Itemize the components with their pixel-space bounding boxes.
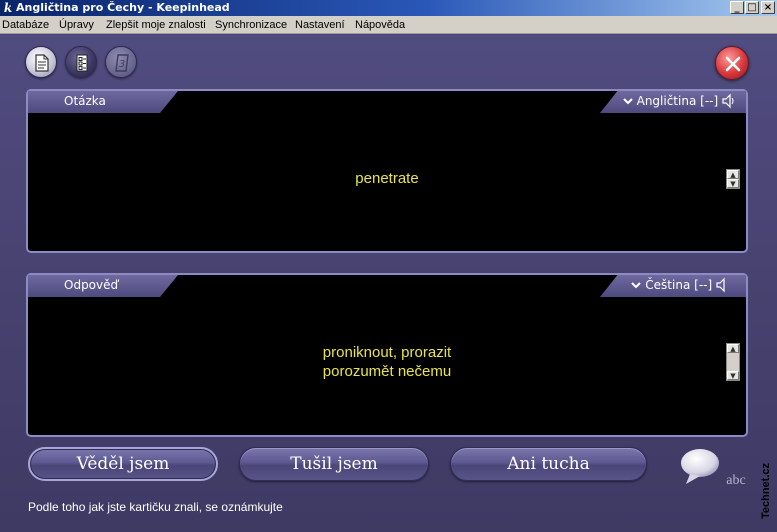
document-button[interactable]	[25, 46, 57, 78]
scroll-up-arrow-icon[interactable]: ▲	[727, 344, 739, 353]
menu-zlepsit[interactable]: Zlepšit moje znalosti	[106, 17, 206, 33]
menu-napoveda[interactable]: Nápověda	[355, 17, 405, 33]
hint-text: Podle toho jak jste kartičku znali, se o…	[28, 500, 283, 514]
answer-panel: Odpověď Čeština [--] proniknout, prorazi…	[26, 273, 748, 437]
chevron-down-icon	[623, 98, 633, 105]
menu-upravy[interactable]: Úpravy	[59, 17, 94, 33]
answer-language-selector[interactable]: Čeština [--]	[631, 275, 730, 295]
app-icon: k	[3, 1, 13, 15]
menu-nastaveni[interactable]: Nastavení	[295, 17, 345, 33]
chevron-down-icon	[631, 282, 642, 289]
scroll-down-arrow-icon[interactable]: ▼	[727, 179, 739, 188]
speaker-icon[interactable]	[716, 275, 730, 295]
guessed-button[interactable]: Tušil jsem	[239, 447, 429, 481]
question-language: Angličtina	[636, 94, 697, 108]
checklist-button[interactable]	[65, 46, 97, 78]
watermark: Technet.cz	[755, 463, 777, 529]
minimize-button[interactable]: _	[730, 1, 744, 14]
scroll-up-arrow-icon[interactable]: ▲	[727, 170, 739, 179]
title-bar: k Angličtina pro Čechy - Keepinhead _ □ …	[0, 0, 777, 16]
question-language-extra: [--]	[700, 94, 719, 108]
pronunciation-bubble-button[interactable]: abc	[680, 446, 750, 492]
question-language-selector[interactable]: Angličtina [--]	[623, 91, 736, 111]
answer-scrollbar[interactable]: ▲ ▼	[726, 343, 740, 381]
answer-line-1: proniknout, prorazit	[322, 344, 452, 361]
answer-tab: Odpověď	[28, 275, 178, 297]
speech-bubble-icon: abc	[681, 449, 746, 488]
window-title: Angličtina pro Čechy - Keepinhead	[16, 1, 230, 14]
svg-text:3: 3	[119, 59, 125, 70]
window-close-button[interactable]: ×	[761, 1, 775, 14]
checklist-icon	[76, 54, 88, 72]
question-text: penetrate	[355, 170, 419, 187]
knew-button[interactable]: Věděl jsem	[28, 447, 218, 481]
question-panel: Otázka Angličtina [--] penetrate ▲ ▼	[26, 89, 748, 253]
card-count-button[interactable]: 3	[105, 46, 137, 78]
answer-line-2: porozumět nečemu	[322, 363, 452, 380]
card-count-icon: 3	[115, 54, 129, 72]
document-icon	[35, 54, 49, 72]
maximize-button[interactable]: □	[745, 1, 759, 14]
close-session-button[interactable]	[715, 46, 749, 80]
watermark-text: Technet.cz	[760, 462, 772, 520]
no-idea-button[interactable]: Ani tucha	[450, 447, 647, 481]
svg-text:abc: abc	[726, 473, 745, 488]
question-tab: Otázka	[28, 91, 178, 113]
main-content: 3 Otázka Angličtina [--] penetrate ▲ ▼ O…	[0, 35, 777, 532]
menu-databaze[interactable]: Databáze	[2, 17, 49, 33]
menu-bar: Databáze Úpravy Zlepšit moje znalosti Sy…	[0, 16, 777, 34]
answer-language-extra: [--]	[694, 278, 713, 292]
speaker-icon[interactable]	[722, 91, 736, 111]
menu-synchronizace[interactable]: Synchronizace	[215, 17, 287, 33]
answer-language: Čeština	[645, 278, 691, 292]
question-scrollbar[interactable]: ▲ ▼	[726, 169, 740, 189]
close-icon	[725, 56, 741, 72]
scroll-down-arrow-icon[interactable]: ▼	[727, 371, 739, 380]
